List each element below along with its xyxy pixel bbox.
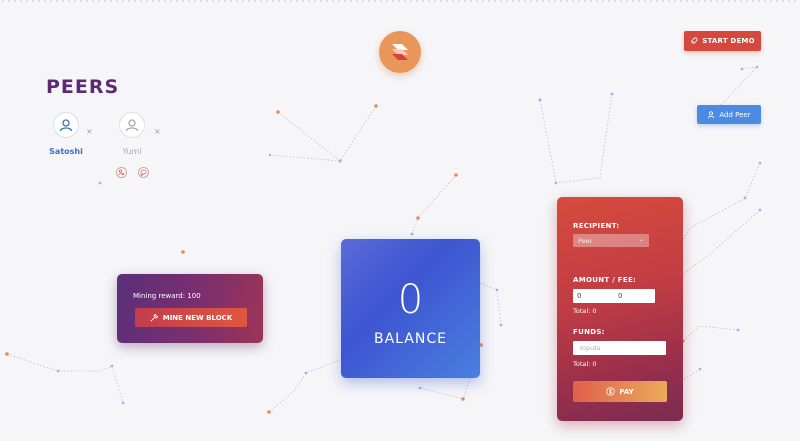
funds-total: Total: 0 xyxy=(573,360,597,368)
add-peer-label: Add Peer xyxy=(719,110,751,119)
balance-label: BALANCE xyxy=(374,331,447,347)
peer-satoshi[interactable]: Satoshi xyxy=(46,112,86,156)
peer-name: Yumi xyxy=(122,147,142,156)
connect-icon xyxy=(118,169,125,176)
remove-peer-icon[interactable]: × xyxy=(154,127,161,136)
chat-icon xyxy=(140,169,147,176)
recipient-select-value: Peer xyxy=(578,237,593,245)
funds-inputs-field[interactable]: Inputs xyxy=(573,341,666,355)
funds-inputs-placeholder: Inputs xyxy=(580,344,601,352)
user-icon xyxy=(708,110,715,118)
fee-input[interactable]: 0 xyxy=(614,292,655,300)
recipient-select[interactable]: Peer ⌄ xyxy=(573,234,649,247)
avatar xyxy=(53,112,79,138)
pay-button[interactable]: PAY xyxy=(573,381,667,402)
mine-button-label: MINE NEW BLOCK xyxy=(162,313,233,322)
amount-fee-field: 0 0 xyxy=(573,289,655,303)
amount-fee-label: AMOUNT / FEE: xyxy=(573,276,637,284)
balance-card: 0 BALANCE xyxy=(341,239,480,378)
payment-card: RECIPIENT: Peer ⌄ AMOUNT / FEE: 0 0 Tota… xyxy=(557,197,683,421)
rocket-icon xyxy=(691,37,698,44)
chevron-down-icon: ⌄ xyxy=(638,236,644,243)
start-demo-label: START DEMO xyxy=(702,37,755,45)
peer-name: Satoshi xyxy=(49,147,83,156)
blockchain-logo-icon xyxy=(392,44,408,60)
pay-button-label: PAY xyxy=(619,387,634,396)
connect-peer-button[interactable] xyxy=(116,167,127,178)
remove-peer-icon[interactable]: × xyxy=(86,127,93,136)
add-peer-button[interactable]: Add Peer xyxy=(697,105,761,124)
mine-new-block-button[interactable]: MINE NEW BLOCK xyxy=(135,308,247,327)
peers-title: PEERS xyxy=(46,76,120,98)
peer-yumi[interactable]: Yumi xyxy=(112,112,152,156)
mining-card: Mining reward: 100 MINE NEW BLOCK xyxy=(117,274,263,343)
start-demo-button[interactable]: START DEMO xyxy=(684,31,761,51)
funds-label: FUNDS: xyxy=(573,328,605,336)
mining-reward-text: Mining reward: 100 xyxy=(133,292,201,300)
message-peer-button[interactable] xyxy=(138,167,149,178)
app-logo xyxy=(379,31,421,73)
hammer-icon xyxy=(150,313,158,322)
avatar xyxy=(119,112,145,138)
balance-value: 0 xyxy=(397,277,424,323)
amount-total: Total: 0 xyxy=(573,307,597,315)
dollar-icon xyxy=(606,387,616,396)
user-icon xyxy=(59,119,73,132)
user-icon xyxy=(125,119,139,132)
recipient-label: RECIPIENT: xyxy=(573,222,620,230)
amount-input[interactable]: 0 xyxy=(573,292,614,300)
